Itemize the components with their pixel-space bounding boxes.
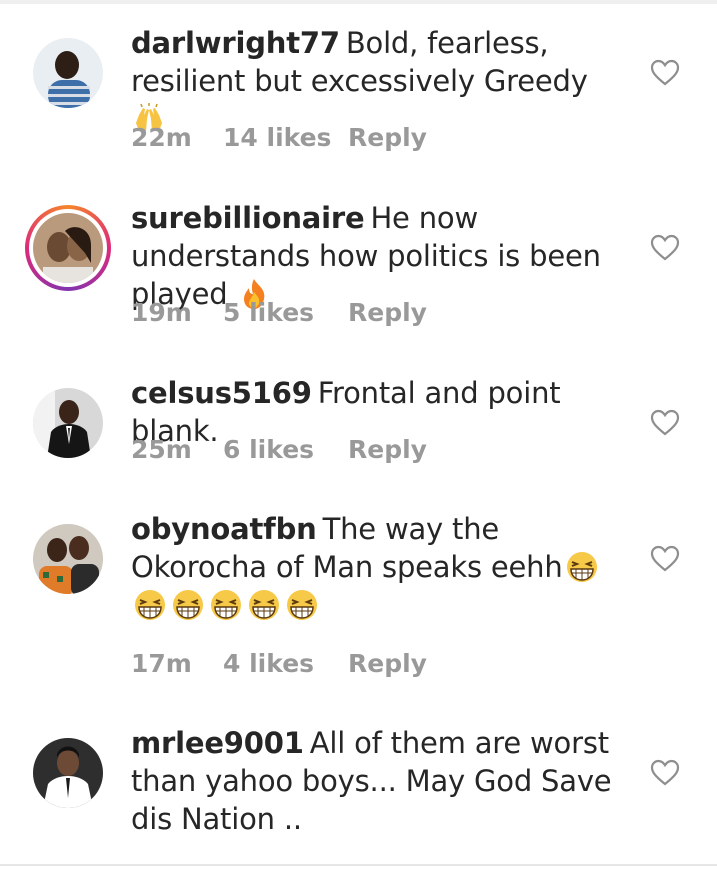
heart-outline-icon[interactable] — [650, 409, 680, 437]
avatar[interactable] — [33, 38, 103, 108]
comment-like-count[interactable]: 4 likes — [223, 649, 348, 678]
grinning-squinting-face-emoji-icon — [207, 589, 245, 621]
bottom-divider — [0, 864, 717, 866]
comment-text-block: mrlee9001 All of them are worst than yaho… — [131, 724, 626, 838]
avatar[interactable] — [33, 524, 103, 594]
grinning-squinting-face-emoji-icon — [131, 589, 169, 621]
comment-like-count[interactable]: 14 likes — [223, 123, 348, 152]
grinning-squinting-face-emoji-icon — [283, 589, 321, 621]
reply-button[interactable]: Reply — [348, 123, 427, 152]
heart-outline-icon[interactable] — [650, 59, 680, 87]
heart-outline-icon[interactable] — [650, 759, 680, 787]
comment-text-block: surebillionaire He now understands how po… — [131, 199, 626, 313]
grinning-squinting-face-emoji-icon — [169, 589, 207, 621]
comment-timestamp: 17m — [131, 649, 192, 678]
comment-meta: 19m 5 likes Reply — [131, 298, 427, 327]
heart-outline-icon[interactable] — [650, 234, 680, 262]
grinning-squinting-face-emoji-icon — [245, 589, 283, 621]
comment-username[interactable]: surebillionaire — [131, 201, 365, 235]
avatar-story-ring[interactable] — [25, 205, 111, 291]
avatar — [33, 213, 103, 283]
comment-username[interactable]: celsus5169 — [131, 376, 312, 410]
reply-button[interactable]: Reply — [348, 435, 427, 464]
reply-button[interactable]: Reply — [348, 649, 427, 678]
avatar[interactable] — [33, 738, 103, 808]
reply-button[interactable]: Reply — [348, 298, 427, 327]
comment-timestamp: 19m — [131, 298, 192, 327]
comment-text-block: darlwright77 Bold, fearless, resilient bu… — [131, 24, 626, 138]
comment-like-count[interactable]: 5 likes — [223, 298, 348, 327]
comment-timestamp: 25m — [131, 435, 192, 464]
avatar[interactable] — [33, 388, 103, 458]
comment-username[interactable]: mrlee9001 — [131, 726, 304, 760]
comment-timestamp: 22m — [131, 123, 192, 152]
comment-like-count[interactable]: 6 likes — [223, 435, 348, 464]
comment-username[interactable]: obynoatfbn — [131, 512, 317, 546]
comment-username[interactable]: darlwright77 — [131, 26, 340, 60]
comment-text-block: obynoatfbn The way the Okorocha of Man sp… — [131, 510, 626, 624]
comment-meta: 17m 4 likes Reply — [131, 649, 427, 678]
heart-outline-icon[interactable] — [650, 545, 680, 573]
grinning-squinting-face-emoji-icon — [563, 551, 601, 583]
comment-meta: 22m 14 likes Reply — [131, 123, 427, 152]
top-divider — [0, 0, 717, 4]
comment-meta: 25m 6 likes Reply — [131, 435, 427, 464]
